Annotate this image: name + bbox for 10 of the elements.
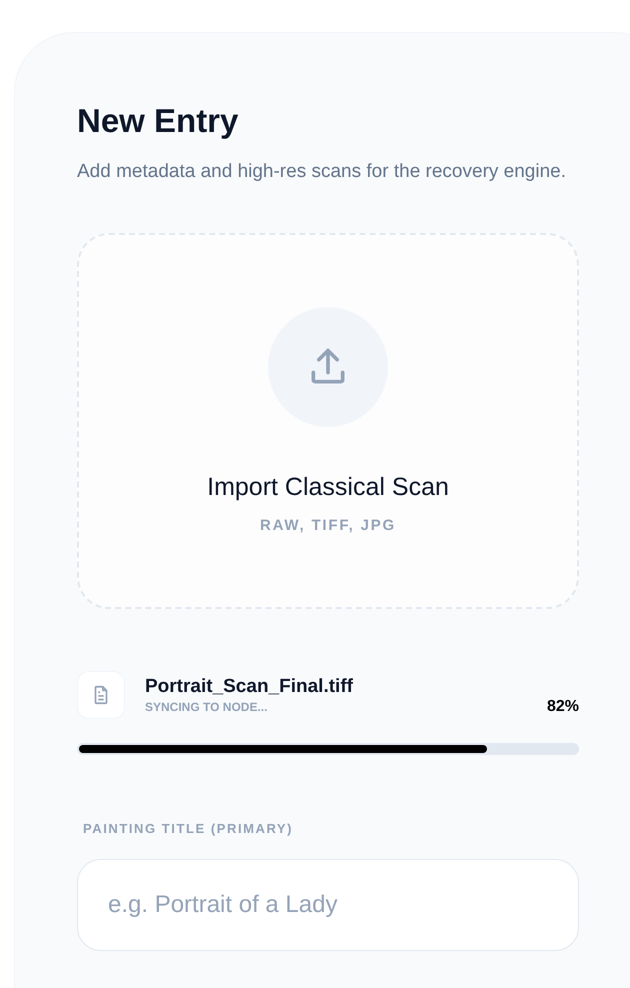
upload-dropzone[interactable]: Import Classical Scan RAW, TIFF, JPG <box>77 233 579 609</box>
dropzone-title: Import Classical Scan <box>207 472 449 503</box>
file-formats: RAW, TIFF, JPG <box>260 516 396 536</box>
page-title: New Entry <box>77 101 240 141</box>
progress-percent: 82% <box>546 697 579 717</box>
field-label: PAINTING TITLE (PRIMARY) <box>82 820 294 838</box>
sync-status: SYNCING TO NODE... <box>145 699 268 715</box>
input-field[interactable]: e.g. Portrait of a Lady <box>77 858 579 950</box>
page-subtitle: Add metadata and high-res scans for the recovery engine. <box>77 160 568 184</box>
file-name: Portrait_Scan_Final.tiff <box>145 675 354 699</box>
